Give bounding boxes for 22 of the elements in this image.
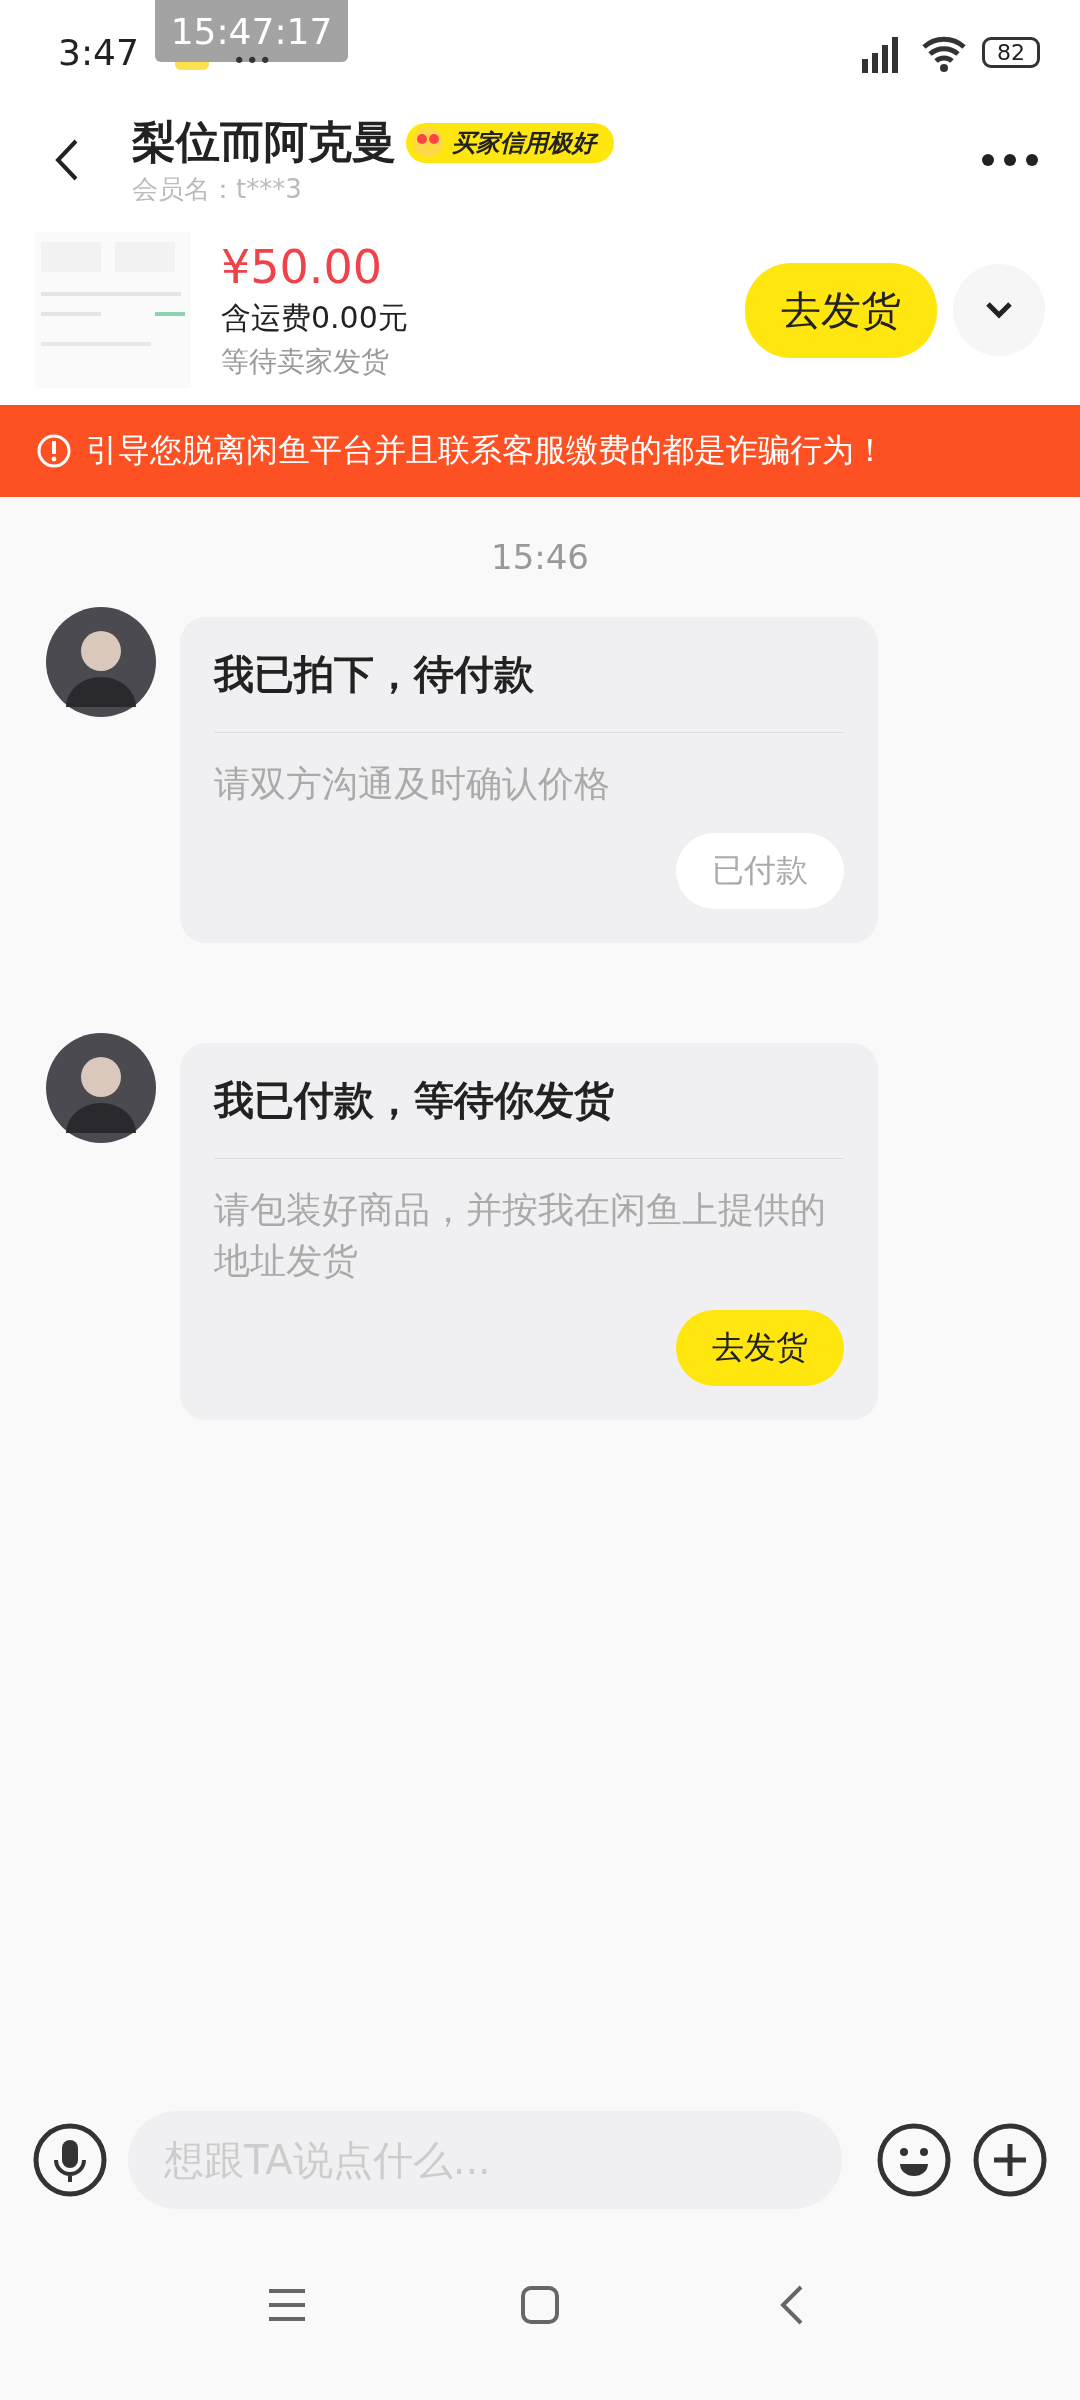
shipping-fee: 含运费0.00元 xyxy=(221,298,408,337)
message-text: 请双方沟通及时确认价格 xyxy=(214,762,611,806)
chat-timestamp: 15:46 xyxy=(491,537,589,577)
microphone-icon[interactable] xyxy=(32,2122,108,2198)
member-name: 会员名：t***3 xyxy=(132,173,303,206)
message-text: 请包装好商品，并按我在闲鱼上提供的地址发货 xyxy=(214,1188,827,1283)
plus-icon[interactable] xyxy=(972,2122,1048,2198)
contact-name: 梨位而阿克曼 xyxy=(132,115,396,169)
status-time: 3:47 xyxy=(58,32,139,73)
message-title: 我已付款，等待你发货 xyxy=(214,1073,844,1160)
message-title: 我已拍下，待付款 xyxy=(214,647,844,733)
order-price: ¥50.00 xyxy=(221,239,383,294)
home-icon[interactable] xyxy=(520,2285,560,2325)
fraud-warning: 引导您脱离闲鱼平台并且联系客服缴费的都是诈骗行为！ xyxy=(86,430,886,471)
battery-icon: 82 xyxy=(982,37,1040,68)
ship-button[interactable]: 去发货 xyxy=(745,262,937,358)
ship-button[interactable]: 去发货 xyxy=(676,1310,844,1387)
chevron-down-icon xyxy=(984,300,1014,320)
warning-icon xyxy=(36,433,72,469)
credit-badge: 买家信用极好 xyxy=(406,122,614,163)
order-status: 等待卖家发货 xyxy=(221,343,390,380)
emoji-icon[interactable] xyxy=(876,2122,952,2198)
